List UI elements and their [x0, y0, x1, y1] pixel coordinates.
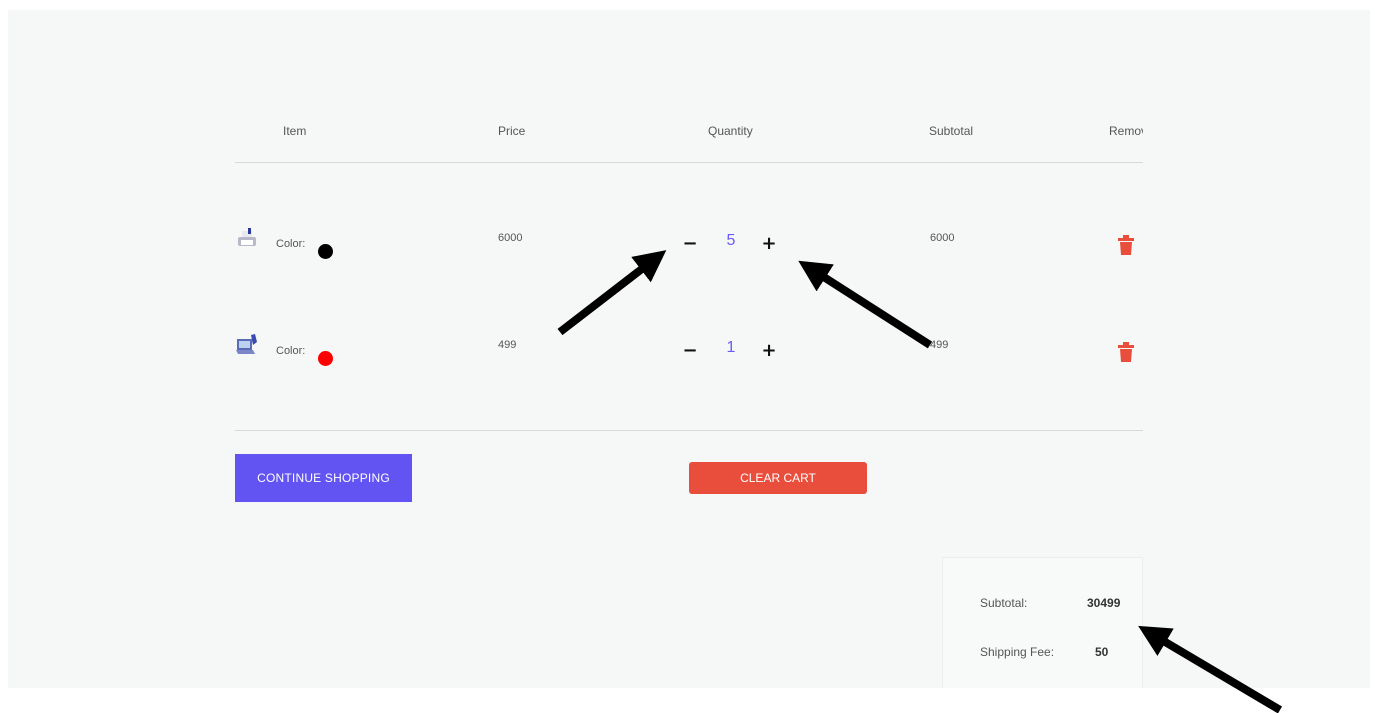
- continue-shopping-button[interactable]: CONTINUE SHOPPING: [235, 454, 412, 502]
- summary-shipping-value: 50: [1095, 645, 1109, 659]
- decrease-quantity-button[interactable]: −: [682, 235, 698, 253]
- laptop-icon: [236, 334, 257, 354]
- header-price: Price: [498, 124, 526, 138]
- remove-item-button[interactable]: [1117, 235, 1135, 255]
- increase-quantity-button[interactable]: +: [761, 235, 777, 253]
- header-item: Item: [283, 124, 307, 138]
- summary-subtotal-value: 30499: [1087, 596, 1121, 610]
- item-subtotal: 6000: [930, 232, 955, 244]
- color-label: Color:: [276, 345, 306, 357]
- summary-subtotal-label: Subtotal:: [980, 596, 1028, 610]
- quantity-value: 1: [726, 339, 736, 356]
- color-swatch: [318, 351, 333, 366]
- quantity-value: 5: [726, 232, 736, 249]
- cart-item-row: Color: 6000 − 5 + 6000: [235, 226, 1143, 266]
- order-summary: Subtotal: 30499 Shipping Fee: 50: [942, 557, 1143, 688]
- printer-icon: [238, 228, 256, 246]
- clear-cart-button[interactable]: CLEAR CART: [689, 462, 867, 494]
- color-swatch: [318, 244, 333, 259]
- trash-icon: [1118, 235, 1134, 255]
- cart-item-row: Color: 499 − 1 + 499: [235, 333, 1143, 373]
- item-price: 6000: [498, 232, 523, 244]
- header-subtotal: Subtotal: [929, 124, 974, 138]
- item-subtotal: 499: [930, 339, 949, 351]
- summary-shipping-label: Shipping Fee:: [980, 645, 1055, 659]
- item-price: 499: [498, 339, 517, 351]
- header-quantity: Quantity: [708, 124, 753, 138]
- items-divider: [235, 430, 1143, 431]
- header-remove: Remove: [1109, 124, 1143, 138]
- remove-item-button[interactable]: [1117, 342, 1135, 362]
- header-divider: [235, 162, 1143, 163]
- increase-quantity-button[interactable]: +: [761, 342, 777, 360]
- color-label: Color:: [276, 238, 306, 250]
- decrease-quantity-button[interactable]: −: [682, 342, 698, 360]
- trash-icon: [1118, 342, 1134, 362]
